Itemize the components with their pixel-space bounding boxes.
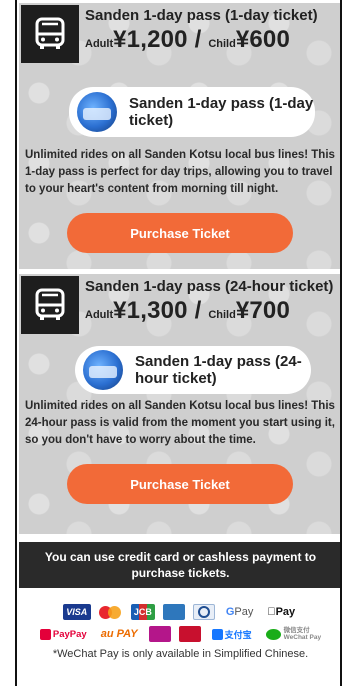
pass-card-24-hour: Sanden 1-day pass (24-hour ticket) Adult… [19,274,340,534]
pass-title: Sanden 1-day pass (24-hour ticket) [85,278,334,295]
apple-icon:  [267,606,275,618]
child-label: Child [208,309,236,321]
bus-icon [21,276,79,334]
jcb-logo: JCB [130,604,155,620]
au-pay-logo: au PAY [100,628,138,640]
price-separator: / [187,26,209,53]
ticket-page: Sanden 1-day pass (1-day ticket) Adult¥1… [15,0,342,686]
amex-logo [162,604,185,620]
price-line: Adult¥1,200 / Child¥600 [85,26,290,54]
adult-price: ¥1,200 [113,26,188,53]
child-price: ¥700 [235,297,291,324]
pass-title: Sanden 1-day pass (1-day ticket) [85,7,318,24]
adult-label: Adult [85,38,114,50]
apple-pay-logo:  Pay [264,604,298,620]
aeon-pay-logo [148,626,171,642]
adult-label: Adult [85,309,114,321]
payment-notice: You can use credit card or cashless paym… [19,542,340,588]
bus-photo-icon [77,92,117,132]
paypay-logo: PayPay [37,626,90,642]
adult-price: ¥1,300 [113,297,188,324]
pass-name-pill: Sanden 1-day pass (24- hour ticket) [75,346,311,394]
purchase-ticket-button[interactable]: Purchase Ticket [67,464,293,504]
pill-label: Sanden 1-day pass (1-day ticket) [129,95,314,129]
wechat-pay-logo: 微信支付 WeChat Pay [263,626,324,642]
visa-logo: VISA [62,604,91,620]
bus-photo-icon [83,350,123,390]
payment-logos-row-2: PayPay au PAY 支付宝 微信支付 WeChat Pay [17,626,340,642]
wechat-footnote: *WeChat Pay is only available in Simplif… [52,648,309,660]
purchase-ticket-button[interactable]: Purchase Ticket [67,213,293,253]
child-label: Child [208,38,236,50]
pass-card-1-day: Sanden 1-day pass (1-day ticket) Adult¥1… [19,3,340,269]
alipay-logo: 支付宝 [209,626,255,642]
google-pay-logo: G Pay [225,606,254,618]
pass-description: Unlimited rides on all Sanden Kotsu loca… [25,149,335,195]
mastercard-logo [98,604,123,620]
price-line: Adult¥1,300 / Child¥700 [85,297,290,325]
pill-label: Sanden 1-day pass (24- hour ticket) [135,353,302,387]
bus-icon [21,5,79,63]
pass-name-pill: Sanden 1-day pass (1-day ticket) [69,87,315,137]
d-barai-logo [178,626,201,642]
child-price: ¥600 [235,26,291,53]
pass-description: Unlimited rides on all Sanden Kotsu loca… [25,400,335,446]
diners-logo [192,604,215,620]
price-separator: / [187,297,209,324]
payment-logos-row-1: VISA JCB G Pay  Pay [17,604,340,620]
